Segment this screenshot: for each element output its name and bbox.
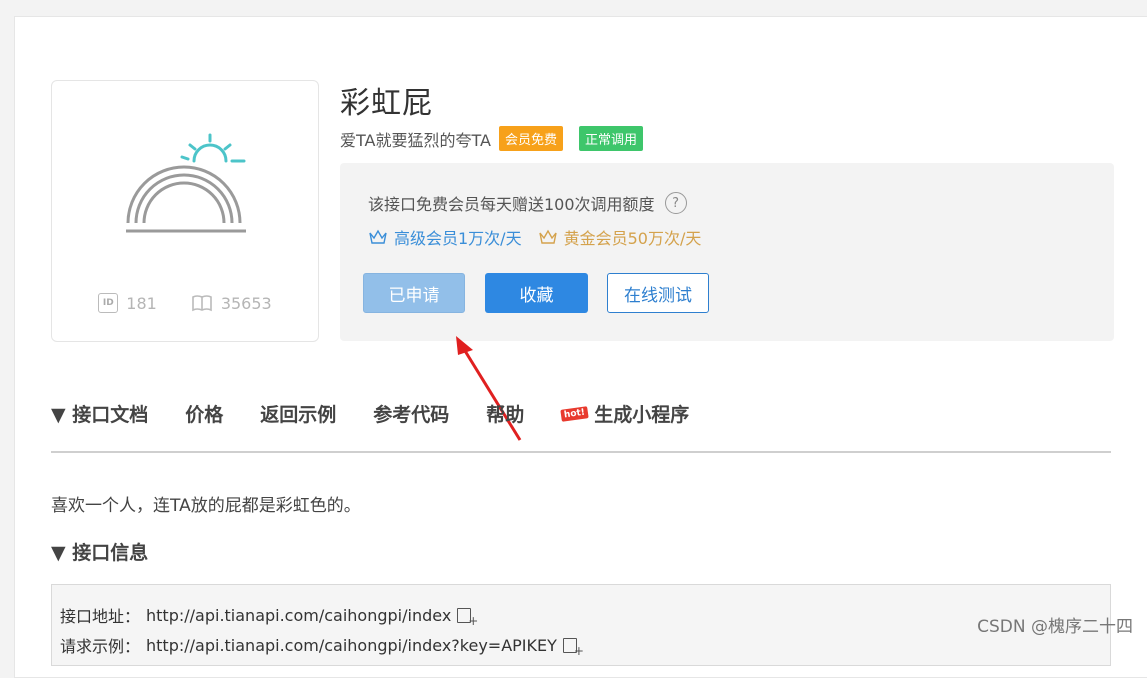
crown-outline-icon <box>369 229 387 244</box>
api-stats: ID 181 35653 <box>52 293 318 313</box>
member-free-badge: 会员免费 <box>498 126 563 151</box>
id-icon: ID <box>98 293 119 313</box>
section-title-api-info[interactable]: ▼ 接口信息 <box>51 538 148 565</box>
api-logo-card: ID 181 35653 <box>51 80 319 342</box>
api-address-value: http://api.tianapi.com/caihongpi/index <box>146 605 452 625</box>
doc-tabs: ▼ 接口文档 价格 返回示例 参考代码 帮助 hot! 生成小程序 <box>51 400 726 427</box>
applied-button[interactable]: 已申请 <box>363 273 465 313</box>
tab-mini-program-label: 生成小程序 <box>594 404 690 426</box>
book-icon <box>192 295 212 312</box>
collect-button[interactable]: 收藏 <box>485 273 588 313</box>
tab-mini-program[interactable]: hot! 生成小程序 <box>560 400 690 427</box>
api-id-stat: ID 181 <box>98 293 157 313</box>
gold-member-label: 黄金会员50万次/天 <box>563 229 702 248</box>
online-test-button[interactable]: 在线测试 <box>607 273 709 313</box>
api-example-row: 请求示例： http://api.tianapi.com/caihongpi/i… <box>60 633 584 658</box>
tab-reference-code[interactable]: 参考代码 <box>373 400 449 427</box>
gold-member-quota[interactable]: 黄金会员50万次/天 <box>538 225 702 249</box>
tab-help[interactable]: 帮助 <box>486 400 524 427</box>
free-quota-text: 该接口免费会员每天赠送100次调用额度 <box>368 195 655 214</box>
api-views-value: 35653 <box>220 293 272 313</box>
annotation-arrow-icon <box>456 336 522 441</box>
tab-return-example[interactable]: 返回示例 <box>260 400 336 427</box>
api-address-label: 接口地址： <box>60 607 141 626</box>
member-quota-line: 高级会员1万次/天 黄金会员50万次/天 <box>368 225 701 249</box>
api-subtitle-row: 爱TA就要猛烈的夸TA 会员免费 正常调用 <box>340 126 643 151</box>
copy-icon[interactable] <box>457 607 478 628</box>
advanced-member-label: 高级会员1万次/天 <box>394 229 522 248</box>
watermark: CSDN @槐序二十四 <box>977 617 1133 637</box>
tab-divider <box>51 451 1111 453</box>
advanced-member-quota[interactable]: 高级会员1万次/天 <box>368 225 522 249</box>
api-example-value: http://api.tianapi.com/caihongpi/index?k… <box>146 635 557 655</box>
api-description: 喜欢一个人，连TA放的屁都是彩虹色的。 <box>51 496 361 516</box>
api-subtitle: 爱TA就要猛烈的夸TA <box>340 130 491 150</box>
api-views-stat: 35653 <box>191 293 272 313</box>
api-info-box: 接口地址： http://api.tianapi.com/caihongpi/i… <box>51 584 1111 666</box>
api-address-row: 接口地址： http://api.tianapi.com/caihongpi/i… <box>60 603 478 628</box>
help-question-icon[interactable]: ? <box>664 192 687 214</box>
crown-gold-icon <box>538 229 557 244</box>
info-panel: 该接口免费会员每天赠送100次调用额度 ? 高级会员1万次/天 黄金会员50万次… <box>340 163 1114 341</box>
api-id-value: 181 <box>126 293 157 313</box>
free-quota-line: 该接口免费会员每天赠送100次调用额度 ? <box>368 191 687 215</box>
copy-icon[interactable] <box>562 637 584 658</box>
api-title: 彩虹屁 <box>340 86 433 121</box>
hot-icon: hot! <box>560 405 590 422</box>
tab-api-docs[interactable]: ▼ 接口文档 <box>51 400 148 427</box>
api-example-label: 请求示例： <box>60 637 141 656</box>
status-badge: 正常调用 <box>578 126 643 151</box>
tab-price[interactable]: 价格 <box>185 400 223 427</box>
rainbow-sun-icon <box>126 133 246 233</box>
